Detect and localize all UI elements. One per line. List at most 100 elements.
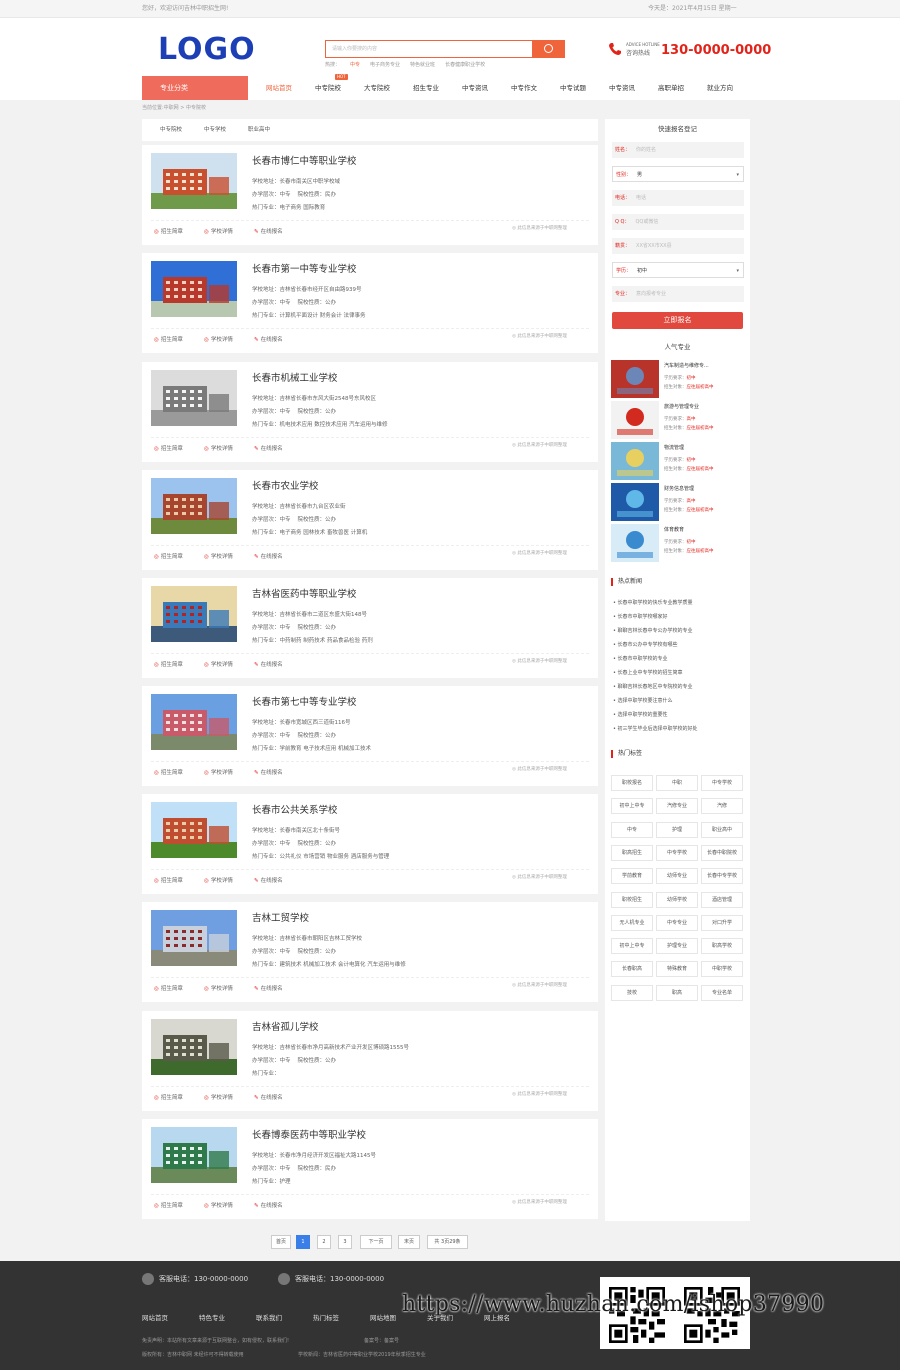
school-name[interactable]: 长春市第一中等专业学校 [252, 261, 357, 275]
footer-link[interactable]: 网站首页 [142, 1312, 168, 1322]
school-photo[interactable] [151, 586, 237, 642]
tag-link[interactable]: 护理专业 [656, 938, 698, 955]
search-button[interactable] [532, 40, 565, 58]
tag-link[interactable]: 酒店管理 [701, 891, 743, 908]
major-field[interactable]: 专业： 意向报考专业 [612, 286, 744, 302]
school-name[interactable]: 长春市第七中等专业学校 [252, 694, 357, 708]
brochure-link[interactable]: ◎ 招生简章 [154, 768, 183, 776]
tag-link[interactable]: 中专 [611, 821, 653, 838]
school-name[interactable]: 长春市农业学校 [252, 478, 319, 492]
hot-word[interactable]: 电子商务专业 [370, 62, 400, 68]
news-link[interactable]: • 聊聊吉林长春地区中专院校的专业 [613, 683, 693, 690]
tag-link[interactable]: 特殊教育 [656, 961, 698, 978]
tag-link[interactable]: 初中上中专 [611, 938, 653, 955]
nav-vocational-admission[interactable]: 高职单招 [658, 76, 684, 100]
school-name[interactable]: 吉林省孤儿学校 [252, 1019, 319, 1033]
tag-link[interactable]: 对口升学 [701, 914, 743, 931]
popular-major-item[interactable]: 体育教育 学历要求：初中 招生对象：应往届初高中 [611, 524, 743, 562]
brochure-link[interactable]: ◎ 招生简章 [154, 335, 183, 343]
school-name[interactable]: 长春市博仁中等职业学校 [252, 153, 357, 167]
brochure-link[interactable]: ◎ 招生简章 [154, 984, 183, 992]
news-link[interactable]: • 初三学生毕业后选择中职学校的好处 [613, 725, 698, 732]
hot-word[interactable]: 中专 [350, 62, 360, 68]
page-last[interactable]: 末页 [398, 1235, 420, 1249]
apply-link[interactable]: ✎ 在线报名 [254, 227, 283, 235]
school-name[interactable]: 长春博泰医药中等职业学校 [252, 1127, 366, 1141]
details-link[interactable]: ◎ 学校详情 [204, 227, 233, 235]
news-link[interactable]: • 选择中职学校要注意什么 [613, 697, 673, 704]
tag-link[interactable]: 无人机专业 [611, 914, 653, 931]
tag-link[interactable]: 中专学校 [656, 844, 698, 861]
apply-link[interactable]: ✎ 在线报名 [254, 876, 283, 884]
hot-word[interactable]: 特色就业班 [410, 62, 435, 68]
school-name[interactable]: 吉林工贸学校 [252, 910, 309, 924]
tag-link[interactable]: 幼师学校 [656, 891, 698, 908]
news-link[interactable]: • 长春上业中专学校的招生简章 [613, 669, 683, 676]
nav-essays[interactable]: 中专作文 [511, 76, 537, 100]
tag-link[interactable]: 长春中职院校 [701, 844, 743, 861]
tag-link[interactable]: 护理 [656, 821, 698, 838]
details-link[interactable]: ◎ 学校详情 [204, 1201, 233, 1209]
nav-employment[interactable]: 就业方向 [707, 76, 733, 100]
apply-link[interactable]: ✎ 在线报名 [254, 335, 283, 343]
apply-link[interactable]: ✎ 在线报名 [254, 1201, 283, 1209]
tag-link[interactable]: 技校 [611, 984, 653, 1001]
apply-link[interactable]: ✎ 在线报名 [254, 552, 283, 560]
details-link[interactable]: ◎ 学校详情 [204, 660, 233, 668]
apply-link[interactable]: ✎ 在线报名 [254, 1093, 283, 1101]
news-link[interactable]: • 长春市中职学校的专业 [613, 655, 668, 662]
brochure-link[interactable]: ◎ 招生简章 [154, 1093, 183, 1101]
tag-link[interactable]: 职校报名 [611, 775, 653, 791]
tag-link[interactable]: 职校招生 [611, 891, 653, 908]
school-photo[interactable] [151, 802, 237, 858]
brochure-link[interactable]: ◎ 招生简章 [154, 444, 183, 452]
footer-link[interactable]: 联系我们 [256, 1312, 282, 1322]
site-logo[interactable]: LOGO [158, 32, 256, 67]
footer-link[interactable]: 热门标签 [313, 1312, 339, 1322]
popular-major-item[interactable]: 汽车制造与维修专... 学历要求：初中 招生对象：应往届初高中 [611, 360, 743, 398]
tag-link[interactable]: 长春中专学校 [701, 868, 743, 885]
nav-colleges[interactable]: 大专院校 [364, 76, 390, 100]
details-link[interactable]: ◎ 学校详情 [204, 335, 233, 343]
school-photo[interactable] [151, 478, 237, 534]
details-link[interactable]: ◎ 学校详情 [204, 876, 233, 884]
nav-news[interactable]: 中专资讯 [462, 76, 488, 100]
page-next[interactable]: 下一页 [360, 1235, 392, 1249]
news-link[interactable]: • 选择中职学校的重要性 [613, 711, 668, 718]
page-1[interactable]: 1 [296, 1235, 310, 1249]
apply-link[interactable]: ✎ 在线报名 [254, 984, 283, 992]
tag-link[interactable]: 专业名单 [701, 984, 743, 1001]
news-link[interactable]: • 长春市公办中专学校有哪些 [613, 641, 678, 648]
search-input[interactable]: 请输入你要搜的内容 [325, 40, 533, 58]
submit-button[interactable]: 立即报名 [612, 312, 743, 329]
details-link[interactable]: ◎ 学校详情 [204, 1093, 233, 1101]
page-first[interactable]: 首页 [271, 1235, 291, 1249]
nav-info[interactable]: 中专资讯 [609, 76, 635, 100]
school-photo[interactable] [151, 910, 237, 966]
details-link[interactable]: ◎ 学校详情 [204, 768, 233, 776]
footer-link[interactable]: 特色专业 [199, 1312, 225, 1322]
apply-link[interactable]: ✎ 在线报名 [254, 660, 283, 668]
school-photo[interactable] [151, 1019, 237, 1075]
tag-link[interactable]: 学前教育 [611, 868, 653, 885]
school-photo[interactable] [151, 153, 237, 209]
news-link[interactable]: • 长春市中职学校哪家好 [613, 613, 668, 620]
brochure-link[interactable]: ◎ 招生简章 [154, 1201, 183, 1209]
brochure-link[interactable]: ◎ 招生简章 [154, 552, 183, 560]
tag-link[interactable]: 汽修专业 [656, 798, 698, 815]
nav-majors[interactable]: 招生专业 [413, 76, 439, 100]
filter-option[interactable]: 中专学校 [204, 119, 226, 141]
page-3[interactable]: 3 [338, 1235, 352, 1249]
school-photo[interactable] [151, 370, 237, 426]
phone-field[interactable]: 电话： 电话 [612, 190, 744, 206]
brochure-link[interactable]: ◎ 招生简章 [154, 876, 183, 884]
popular-major-item[interactable]: 财务信息管理 学历要求：高中 招生对象：应往届初高中 [611, 483, 743, 521]
nav-home[interactable]: 网站首页 [266, 76, 292, 100]
tag-link[interactable]: 汽修 [701, 798, 743, 815]
tag-link[interactable]: 中专学校 [701, 775, 743, 791]
tag-link[interactable]: 长春职高 [611, 961, 653, 978]
filter-option[interactable]: 职业高中 [248, 119, 270, 141]
details-link[interactable]: ◎ 学校详情 [204, 552, 233, 560]
tag-link[interactable]: 职高 [656, 984, 698, 1001]
filter-option[interactable]: 中专院校 [160, 119, 182, 141]
